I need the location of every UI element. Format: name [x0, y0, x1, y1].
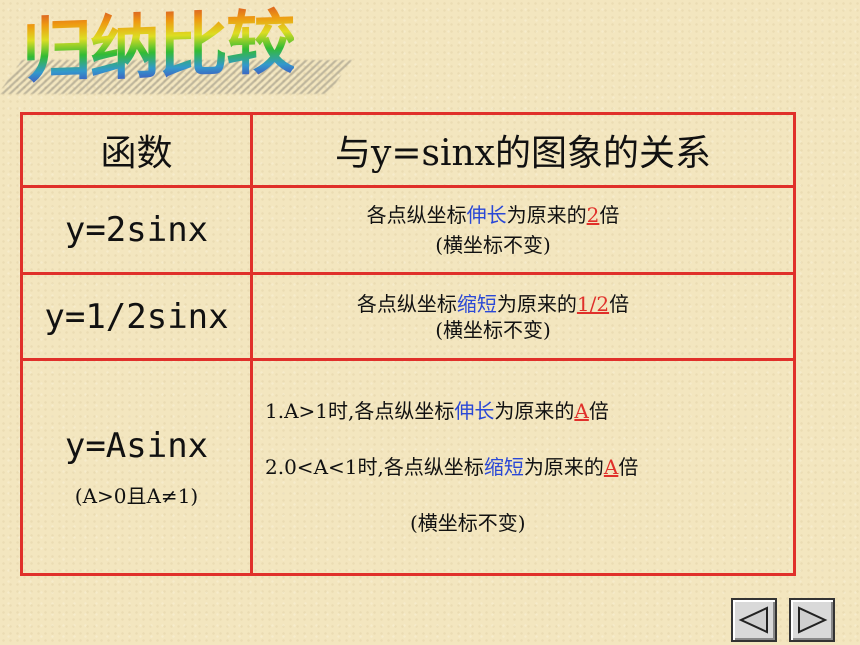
slide-title-text: 归纳比较: [22, 0, 294, 100]
relation-line: 各点纵坐标缩短为原来的1/2倍: [357, 291, 629, 317]
keyword: 缩短: [456, 291, 497, 316]
arrow-left-icon: [738, 606, 768, 634]
relation-cell: 各点纵坐标伸长为原来的2倍 (横坐标不变): [253, 188, 733, 272]
factor: 1/2: [576, 291, 610, 316]
relation-note: (横坐标不变): [435, 233, 551, 257]
text: 为原来的: [506, 203, 587, 227]
prev-slide-button[interactable]: [731, 598, 777, 642]
arrow-right-icon: [798, 606, 828, 634]
text: 倍: [609, 291, 630, 316]
relation-line: 各点纵坐标伸长为原来的2倍: [367, 200, 620, 230]
function-cell: y=2sinx: [64, 210, 209, 250]
text: 为原来的: [494, 399, 575, 423]
relation-item: 1.A>1时,各点纵坐标伸长为原来的A倍: [265, 383, 609, 439]
keyword: 伸长: [454, 399, 495, 423]
relation-note: (横坐标不变): [410, 511, 526, 535]
text: 各点纵坐标: [356, 291, 457, 316]
factor: 2: [586, 203, 600, 227]
header-function: 函数: [100, 133, 173, 174]
relation-item: 2.0<A<1时,各点纵坐标缩短为原来的A倍: [265, 439, 638, 495]
keyword: 伸长: [466, 203, 507, 227]
keyword: 缩短: [483, 455, 524, 479]
factor: A: [603, 455, 619, 479]
text: 各点纵坐标: [366, 203, 467, 227]
relation-cell: 1.A>1时,各点纵坐标伸长为原来的A倍 2.0<A<1时,各点纵坐标缩短为原来…: [265, 361, 785, 573]
text: 倍: [618, 455, 639, 479]
header-relation: 与y=sinx的图象的关系: [335, 133, 711, 174]
function-name: y=Asinx: [64, 425, 209, 466]
next-slide-button[interactable]: [789, 598, 835, 642]
relation-cell: 各点纵坐标缩短为原来的1/2倍 (横坐标不变): [253, 275, 733, 358]
text: 倍: [599, 203, 620, 227]
function-condition: (A>0且A≠1): [74, 483, 199, 508]
factor: A: [574, 399, 589, 423]
function-cell: y=Asinx (A>0且A≠1): [23, 361, 250, 573]
text: 为原来的: [523, 455, 604, 479]
comparison-table: 函数 与y=sinx的图象的关系 y=2sinx 各点纵坐标伸长为原来的2倍 (…: [20, 112, 796, 576]
text: 倍: [588, 399, 609, 423]
text: 为原来的: [496, 291, 577, 316]
function-cell: y=1/2sinx: [44, 296, 229, 337]
text: 1.A>1时,各点纵坐标: [265, 399, 455, 423]
relation-note: (横坐标不变): [435, 317, 551, 342]
slide-title: 归纳比较: [22, 0, 294, 95]
text: 2.0<A<1时,各点纵坐标: [265, 455, 484, 479]
